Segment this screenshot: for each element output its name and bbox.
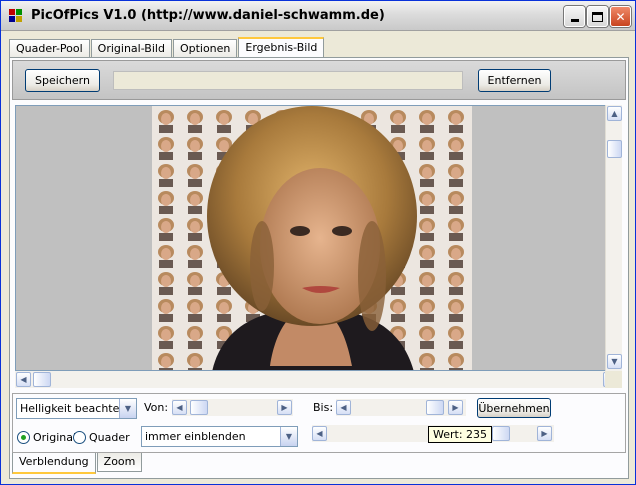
chevron-down-icon: ▼ [280, 427, 297, 446]
radio-quader-label[interactable]: Quader [89, 431, 130, 444]
blend-slider-right-icon[interactable]: ▶ [537, 426, 552, 441]
remove-button[interactable]: Entfernen [478, 69, 551, 92]
path-field [113, 71, 463, 90]
tab-ergebnis-bild[interactable]: Ergebnis-Bild [238, 37, 325, 58]
to-slider-left-icon[interactable]: ◀ [336, 400, 351, 415]
vertical-scroll-thumb[interactable] [607, 140, 622, 158]
tab-optionen[interactable]: Optionen [172, 39, 238, 57]
blend-mode-select[interactable]: immer einblenden ▼ [141, 426, 298, 447]
scroll-down-arrow-icon[interactable]: ▼ [607, 354, 622, 369]
brightness-select-value: Helligkeit beachten [20, 402, 127, 415]
horizontal-scroll-thumb[interactable] [33, 372, 51, 387]
scroll-left-arrow-icon[interactable]: ◀ [16, 372, 31, 387]
to-slider[interactable]: ◀ ▶ [336, 399, 466, 416]
title-bar[interactable]: PicOfPics V1.0 (http://www.daniel-schwam… [1, 1, 635, 31]
minimize-icon [570, 19, 579, 22]
from-slider-left-icon[interactable]: ◀ [172, 400, 187, 415]
horizontal-scrollbar[interactable]: ◀ ▶ [15, 371, 618, 388]
blend-mode-select-value: immer einblenden [145, 430, 246, 443]
tab-original-bild[interactable]: Original-Bild [90, 39, 172, 57]
tab-quader-pool[interactable]: Quader-Pool [9, 39, 90, 57]
radio-original[interactable] [17, 431, 30, 444]
close-button[interactable]: ✕ [610, 6, 631, 27]
mosaic-image [152, 106, 472, 370]
to-slider-thumb[interactable] [426, 400, 444, 415]
from-slider-right-icon[interactable]: ▶ [277, 400, 292, 415]
from-slider-thumb[interactable] [190, 400, 208, 415]
main-tabs: Quader-Pool Original-Bild Optionen Ergeb… [9, 37, 325, 58]
from-slider[interactable]: ◀ ▶ [172, 399, 293, 416]
result-image-viewport[interactable] [15, 105, 621, 371]
app-icon [9, 9, 23, 23]
blend-slider-thumb[interactable] [492, 426, 510, 441]
tab-verblendung[interactable]: Verblendung [12, 453, 96, 474]
app-window: PicOfPics V1.0 (http://www.daniel-schwam… [0, 0, 636, 485]
window-title: PicOfPics V1.0 (http://www.daniel-schwam… [31, 8, 385, 23]
radio-original-label[interactable]: Original [33, 431, 76, 444]
vertical-scrollbar[interactable]: ▲ ▼ [605, 105, 622, 371]
scroll-corner [605, 371, 622, 388]
maximize-button[interactable] [587, 6, 608, 27]
from-label: Von: [144, 401, 169, 414]
close-icon: ✕ [615, 9, 626, 24]
brightness-select[interactable]: Helligkeit beachten ▼ [16, 398, 137, 419]
save-button[interactable]: Speichern [25, 69, 100, 92]
minimize-button[interactable] [564, 6, 585, 27]
tab-zoom[interactable]: Zoom [96, 453, 143, 472]
to-slider-right-icon[interactable]: ▶ [448, 400, 463, 415]
to-label: Bis: [313, 401, 334, 414]
value-tooltip: Wert: 235 [428, 426, 493, 443]
chevron-down-icon: ▼ [119, 399, 136, 418]
scroll-up-arrow-icon[interactable]: ▲ [607, 106, 622, 121]
bottom-tabs: Verblendung Zoom [12, 453, 143, 474]
apply-button[interactable]: Übernehmen [477, 398, 551, 418]
blend-slider-left-icon[interactable]: ◀ [312, 426, 327, 441]
maximize-icon [592, 11, 603, 22]
radio-quader[interactable] [73, 431, 86, 444]
